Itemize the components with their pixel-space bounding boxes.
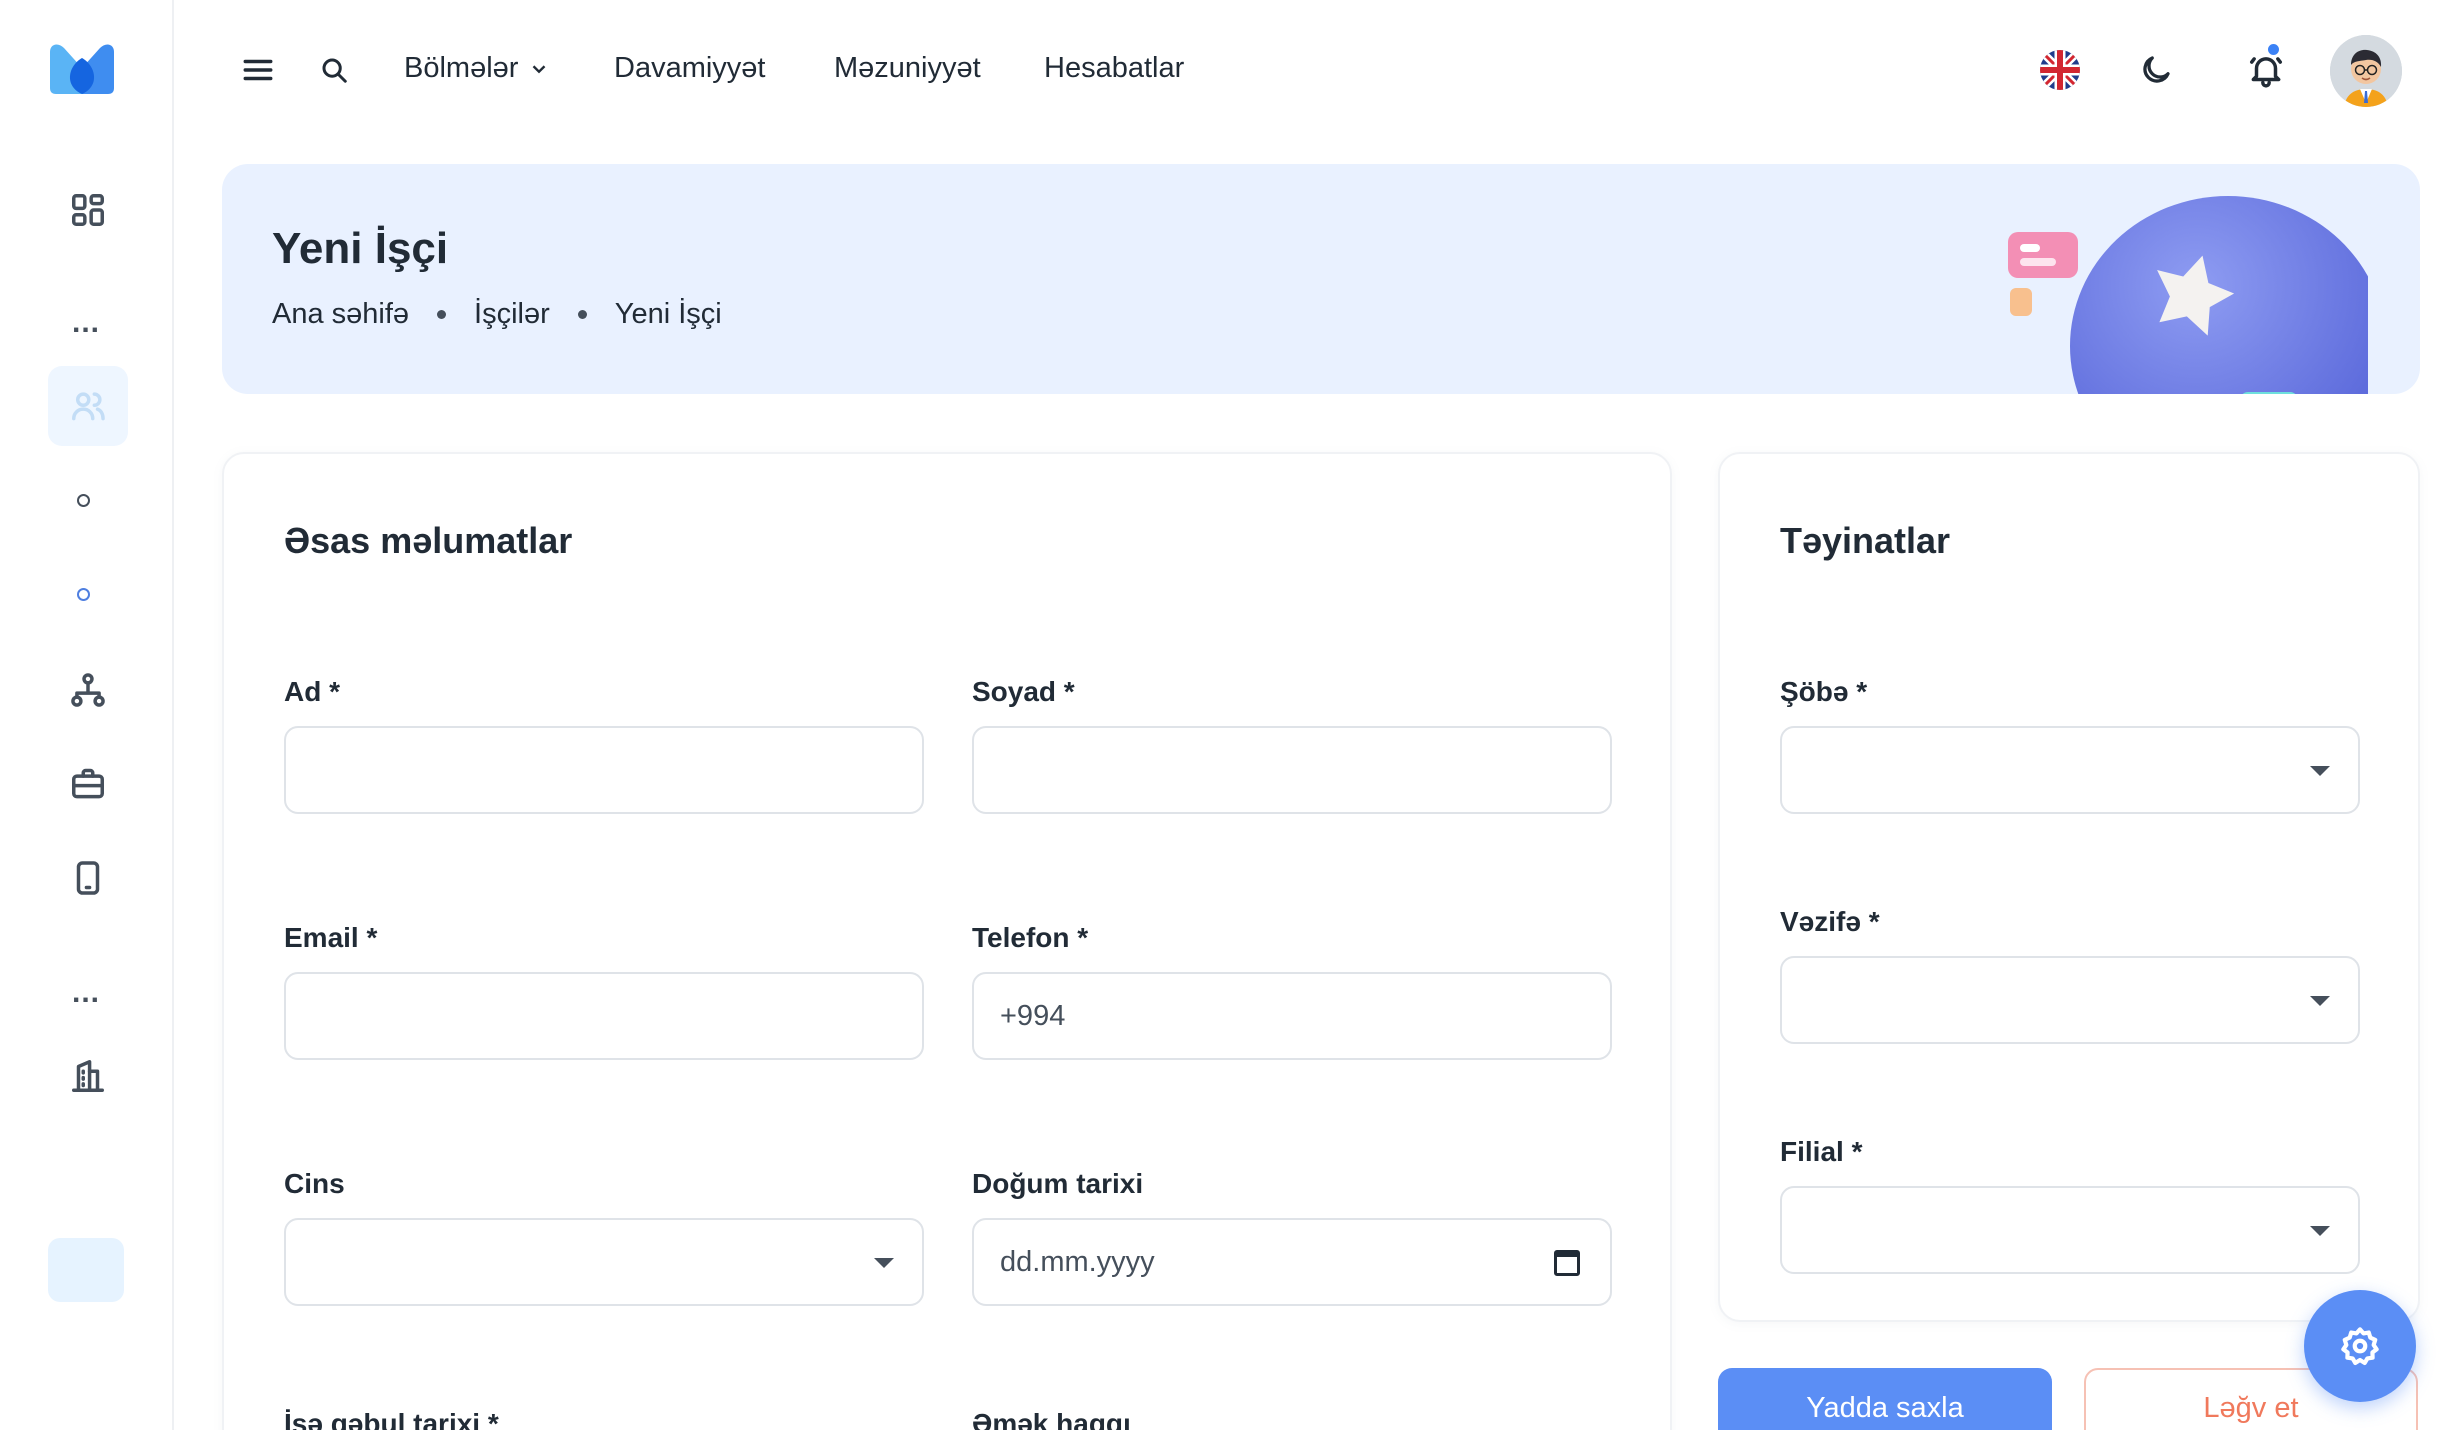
breadcrumb-separator <box>437 310 447 319</box>
nav-reports-label: Hesabatlar <box>1044 52 1185 84</box>
birth-date-placeholder: dd.mm.yyyy <box>1000 1245 1155 1278</box>
app-logo[interactable] <box>46 40 118 96</box>
gender-label: Cins <box>284 1168 345 1199</box>
department-select[interactable] <box>1780 726 2360 814</box>
save-button[interactable]: Yadda saxla <box>1718 1368 2052 1430</box>
search-icon[interactable] <box>314 50 354 90</box>
email-label: Email * <box>284 922 378 953</box>
department-label: Şöbə * <box>1780 676 1868 707</box>
dropdown-caret-icon <box>2310 766 2330 776</box>
birth-date-input[interactable]: dd.mm.yyyy <box>972 1218 1612 1306</box>
breadcrumb: Ana səhifə İşçilər Yeni İşçi <box>272 298 722 331</box>
nav-sections-dropdown[interactable]: Bölmələr <box>404 52 550 85</box>
last-name-input[interactable] <box>972 726 1612 814</box>
star-illustration <box>2008 196 2368 394</box>
sidebar: ... ... <box>0 0 174 1430</box>
phone-prefix: +994 <box>1000 999 1066 1032</box>
section-separator-dots: ... <box>72 976 101 1009</box>
sidebar-footer-card[interactable] <box>48 1238 124 1302</box>
nav-attendance-label: Davamiyyət <box>614 52 766 84</box>
users-icon[interactable] <box>48 366 128 446</box>
avatar[interactable] <box>2330 35 2402 107</box>
nav-sections-label: Bölmələr <box>404 52 519 84</box>
page-header-banner: Yeni İşçi Ana səhifə İşçilər Yeni İşçi <box>222 164 2420 394</box>
nav-attendance[interactable]: Davamiyyət <box>614 52 766 85</box>
mobile-device-icon[interactable] <box>48 838 128 918</box>
branch-label: Filial * <box>1780 1136 1863 1167</box>
chevron-down-icon <box>533 64 546 73</box>
submenu-bullet-active[interactable] <box>77 588 90 601</box>
section-separator-dots: ... <box>72 306 101 339</box>
notification-dot <box>2266 42 2281 57</box>
first-name-input[interactable] <box>284 726 924 814</box>
phone-input[interactable]: +994 <box>972 972 1612 1060</box>
nav-reports[interactable]: Hesabatlar <box>1044 52 1184 85</box>
top-bar: Bölmələr Davamiyyət Məzuniyyət Hesabatla… <box>174 0 2460 140</box>
first-name-label: Ad * <box>284 676 340 707</box>
phone-label: Telefon * <box>972 922 1089 953</box>
org-structure-icon[interactable] <box>48 650 128 730</box>
breadcrumb-employees[interactable]: İşçilər <box>474 298 550 331</box>
settings-fab[interactable] <box>2304 1290 2416 1402</box>
page-title: Yeni İşçi <box>272 224 449 273</box>
assignments-card: Təyinatlar Şöbə * Vəzifə * Filial * <box>1718 452 2420 1322</box>
breadcrumb-home[interactable]: Ana səhifə <box>272 298 409 331</box>
briefcase-icon[interactable] <box>48 744 128 824</box>
last-name-label: Soyad * <box>972 676 1075 707</box>
basic-info-title: Əsas məlumatlar <box>284 520 573 561</box>
bell-icon[interactable] <box>2244 48 2288 92</box>
dashboard-icon[interactable] <box>48 170 128 250</box>
breadcrumb-current: Yeni İşçi <box>614 298 722 330</box>
birth-date-label: Doğum tarixi <box>972 1168 1144 1199</box>
moon-icon[interactable] <box>2136 50 2176 90</box>
menu-icon[interactable] <box>238 50 278 90</box>
submenu-bullet[interactable] <box>77 494 90 507</box>
dropdown-caret-icon <box>2310 1226 2330 1236</box>
assignments-title: Təyinatlar <box>1780 520 1951 561</box>
nav-leave-label: Məzuniyyət <box>834 52 981 84</box>
position-label: Vəzifə * <box>1780 906 1880 937</box>
position-select[interactable] <box>1780 956 2360 1044</box>
dropdown-caret-icon <box>2310 996 2330 1006</box>
uk-flag-icon[interactable] <box>2038 48 2082 92</box>
basic-info-card: Əsas məlumatlar Ad * Soyad * Email * Tel… <box>222 452 1672 1430</box>
calendar-icon[interactable] <box>1554 1250 1580 1276</box>
salary-label: Əmək haqqı <box>972 1408 1131 1430</box>
hire-date-label: İşə qəbul tarixi * <box>284 1408 499 1430</box>
gear-icon <box>2341 1327 2379 1366</box>
gender-select[interactable] <box>284 1218 924 1306</box>
dropdown-caret-icon <box>874 1258 894 1268</box>
breadcrumb-separator <box>577 310 587 319</box>
nav-leave[interactable]: Məzuniyyət <box>834 52 981 85</box>
branch-select[interactable] <box>1780 1186 2360 1274</box>
building-icon[interactable] <box>48 1036 128 1116</box>
email-input[interactable] <box>284 972 924 1060</box>
